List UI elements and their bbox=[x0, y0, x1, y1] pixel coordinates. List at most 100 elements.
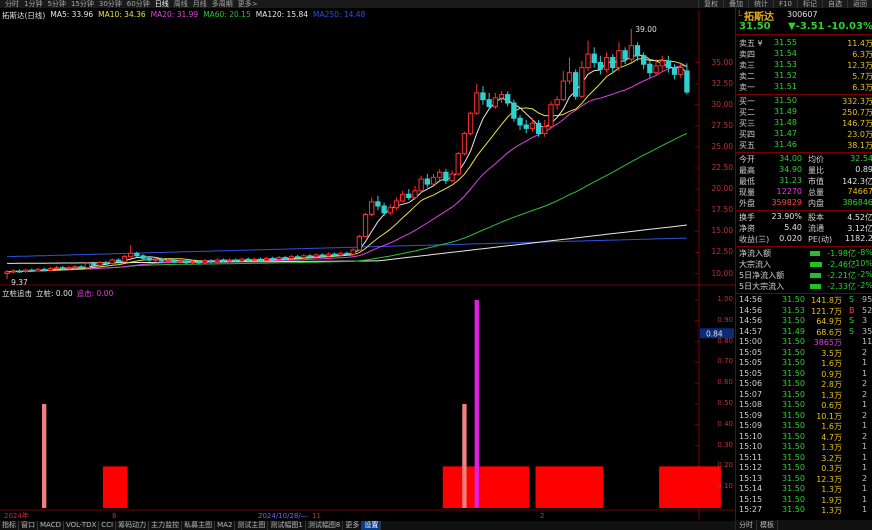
candle[interactable] bbox=[430, 173, 437, 186]
candle[interactable] bbox=[301, 254, 307, 259]
period-tab-8[interactable]: 月线 bbox=[193, 0, 207, 8]
candle[interactable] bbox=[263, 256, 270, 261]
candle[interactable] bbox=[412, 185, 418, 200]
period-tab-9[interactable]: 多周期 bbox=[212, 0, 233, 8]
candle[interactable] bbox=[16, 269, 23, 273]
candle[interactable] bbox=[121, 254, 128, 263]
menu-item-4[interactable]: 标记 bbox=[797, 0, 822, 8]
candle[interactable] bbox=[573, 69, 579, 100]
bottom-tab-7[interactable]: 私募主图 bbox=[182, 521, 216, 530]
ask-row[interactable]: 卖四 31.54 6.3万 bbox=[736, 49, 872, 60]
period-tab-0[interactable]: 分时 bbox=[5, 0, 19, 8]
candle[interactable] bbox=[369, 197, 375, 217]
candle[interactable] bbox=[84, 262, 91, 269]
panel-tab-0[interactable]: 分时 bbox=[736, 520, 757, 530]
menu-item-0[interactable]: 复权 bbox=[698, 0, 723, 8]
period-tab-2[interactable]: 5分钟 bbox=[47, 0, 65, 8]
ask-row[interactable]: 卖二 31.52 5.7万 bbox=[736, 71, 872, 82]
candle[interactable] bbox=[41, 267, 47, 272]
candle[interactable] bbox=[474, 83, 480, 115]
bottom-tab-12[interactable]: 更多 bbox=[343, 521, 363, 530]
candle[interactable] bbox=[455, 152, 461, 176]
candle[interactable] bbox=[467, 111, 474, 136]
candle[interactable] bbox=[437, 168, 443, 181]
menu-item-6[interactable]: 返回 bbox=[847, 0, 872, 8]
candle[interactable] bbox=[251, 257, 257, 261]
candle[interactable] bbox=[498, 91, 505, 104]
candle[interactable] bbox=[35, 267, 41, 272]
bottom-tab-5[interactable]: 筹码动力 bbox=[116, 521, 150, 530]
candle[interactable] bbox=[406, 189, 412, 201]
candle[interactable] bbox=[597, 55, 604, 75]
candle[interactable] bbox=[603, 52, 610, 73]
candle[interactable] bbox=[393, 197, 400, 211]
candle[interactable] bbox=[505, 91, 511, 107]
candle[interactable] bbox=[517, 114, 523, 131]
candle[interactable] bbox=[375, 195, 381, 211]
candle[interactable] bbox=[566, 57, 573, 85]
candle[interactable] bbox=[634, 42, 641, 61]
bid-row[interactable]: 买二 31.49 250.7万 bbox=[736, 107, 872, 118]
bottom-tab-13[interactable]: 设置 bbox=[362, 521, 382, 530]
candle[interactable] bbox=[399, 190, 406, 203]
chart-canvas[interactable]: 39.009.370.842024年 8 2024/10/28/— 11 2 bbox=[0, 0, 735, 521]
candle[interactable] bbox=[585, 40, 591, 71]
period-tab-4[interactable]: 30分钟 bbox=[99, 0, 122, 8]
candle[interactable] bbox=[109, 258, 115, 265]
candle[interactable] bbox=[350, 248, 356, 255]
candle[interactable] bbox=[276, 255, 282, 261]
bottom-tab-8[interactable]: MA2 bbox=[215, 521, 236, 530]
candle[interactable] bbox=[47, 266, 54, 272]
candle[interactable] bbox=[665, 55, 672, 73]
candle[interactable] bbox=[97, 260, 103, 266]
candle[interactable] bbox=[418, 175, 424, 193]
candle[interactable] bbox=[449, 170, 455, 183]
candle[interactable] bbox=[60, 265, 66, 270]
candle[interactable] bbox=[257, 257, 264, 261]
bottom-tab-1[interactable]: 窗口 bbox=[19, 521, 38, 530]
candle[interactable] bbox=[66, 265, 72, 270]
bottom-tab-10[interactable]: 测试幅图1 bbox=[268, 521, 306, 530]
candle[interactable] bbox=[461, 131, 468, 156]
candle[interactable] bbox=[233, 258, 239, 262]
candle[interactable] bbox=[610, 54, 616, 73]
menu-item-5[interactable]: 自选 bbox=[822, 0, 847, 8]
candle[interactable] bbox=[128, 244, 134, 258]
candle[interactable] bbox=[362, 212, 369, 238]
candle[interactable] bbox=[554, 96, 560, 110]
candle[interactable] bbox=[511, 99, 517, 122]
candle[interactable] bbox=[579, 60, 585, 98]
candle[interactable] bbox=[548, 101, 554, 129]
candle[interactable] bbox=[208, 259, 214, 264]
candle[interactable] bbox=[542, 119, 548, 137]
candle[interactable] bbox=[325, 252, 332, 257]
candle[interactable] bbox=[72, 265, 78, 269]
candle[interactable] bbox=[616, 42, 622, 71]
candle[interactable] bbox=[628, 28, 634, 63]
bottom-tab-3[interactable]: VOL-TDX bbox=[64, 521, 100, 530]
bottom-tab-0[interactable]: 指标 bbox=[0, 521, 19, 530]
candle[interactable] bbox=[288, 254, 295, 260]
period-tab-7[interactable]: 周线 bbox=[174, 0, 188, 8]
bid-row[interactable]: 买一 31.50 332.3万 bbox=[736, 96, 872, 107]
candle[interactable] bbox=[529, 118, 536, 132]
candle[interactable] bbox=[10, 269, 16, 274]
candle[interactable] bbox=[313, 253, 319, 258]
period-tab-6[interactable]: 日线 bbox=[155, 0, 169, 8]
candle[interactable] bbox=[622, 47, 628, 65]
ask-row[interactable]: 卖三 31.53 12.3万 bbox=[736, 60, 872, 71]
candle[interactable] bbox=[591, 47, 597, 68]
bottom-tab-9[interactable]: 测试主图 bbox=[235, 521, 269, 530]
candle[interactable] bbox=[134, 251, 140, 258]
candle[interactable] bbox=[659, 55, 665, 71]
period-tab-1[interactable]: 1分钟 bbox=[24, 0, 42, 8]
bid-row[interactable]: 买五 31.46 38.1万 bbox=[736, 140, 872, 151]
candle[interactable] bbox=[424, 173, 431, 188]
candle[interactable] bbox=[684, 63, 690, 95]
ask-row[interactable]: 卖五 ¥ 31.55 11.4万 bbox=[736, 38, 872, 49]
candle[interactable] bbox=[492, 92, 498, 109]
candle[interactable] bbox=[53, 265, 60, 270]
candle[interactable] bbox=[560, 70, 566, 102]
candle[interactable] bbox=[356, 234, 363, 251]
menu-item-3[interactable]: F10 bbox=[773, 0, 797, 8]
